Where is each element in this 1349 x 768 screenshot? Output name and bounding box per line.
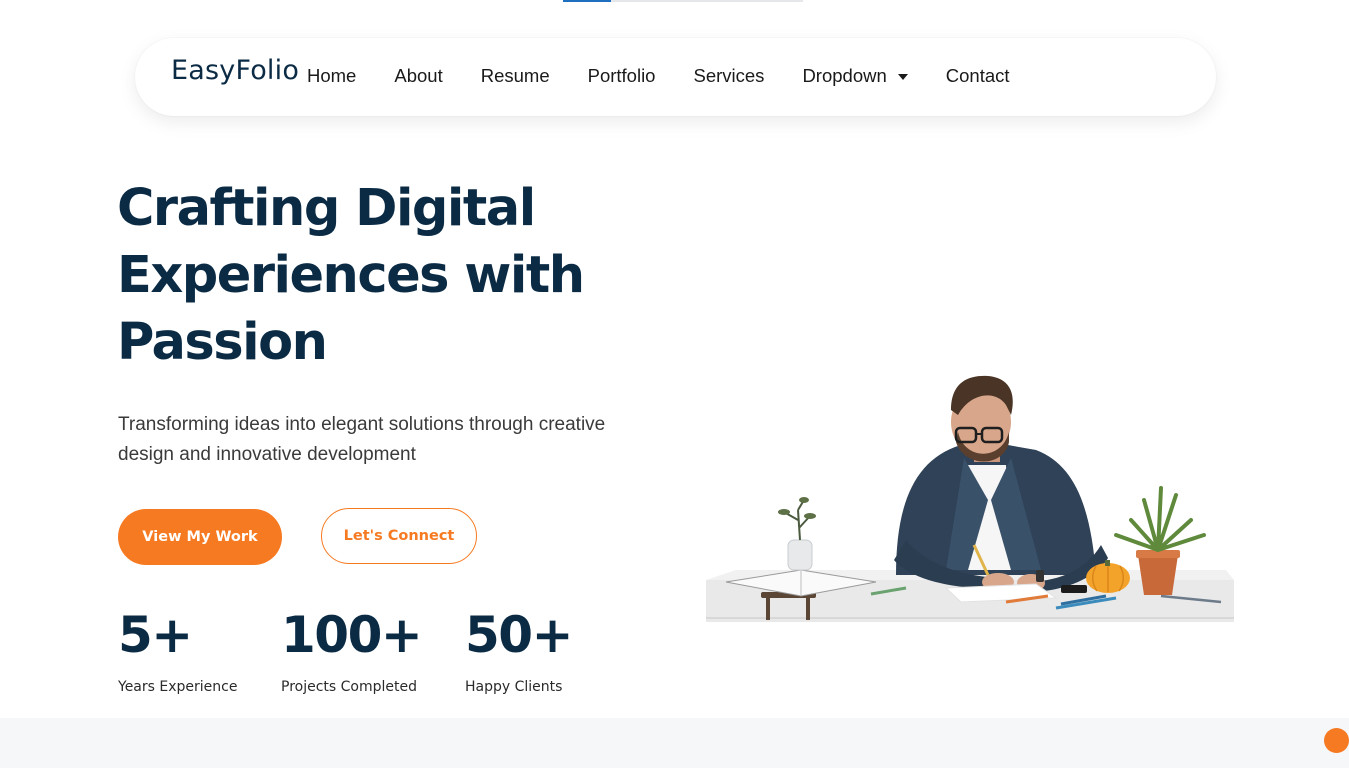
nav-home-label: Home [307, 65, 357, 86]
view-my-work-button[interactable]: View My Work [118, 509, 282, 565]
hero-subtitle: Transforming ideas into elegant solution… [118, 414, 606, 465]
stat-value: 100+ [281, 606, 423, 664]
nav-resume[interactable]: Resume [481, 65, 550, 87]
page-progress-bar [563, 0, 803, 2]
stat-projects: 100+ Projects Completed [281, 603, 423, 695]
nav-services-label: Services [693, 65, 765, 86]
stat-label: Projects Completed [281, 679, 418, 695]
hero-title-line-1: Crafting Digital [117, 179, 536, 238]
nav-portfolio[interactable]: Portfolio [588, 65, 656, 87]
nav-dropdown-label: Dropdown [802, 65, 887, 86]
nav-contact-label: Contact [945, 65, 1010, 86]
caret-down-icon [897, 74, 908, 80]
stat-clients: 50+ Happy Clients [465, 603, 573, 695]
nav-about-label: About [394, 65, 443, 86]
nav-contact[interactable]: Contact [946, 65, 1010, 87]
stat-value: 50+ [465, 606, 573, 664]
nav-dropdown[interactable]: Dropdown [802, 65, 908, 87]
navbar: EasyFolio Home About Resume Portfolio Se… [135, 38, 1216, 116]
nav-home[interactable]: Home [307, 65, 356, 87]
logo[interactable]: EasyFolio [171, 55, 299, 86]
page-progress-fill [563, 0, 611, 2]
stat-label: Happy Clients [465, 679, 563, 695]
next-section-band [0, 718, 1349, 768]
nav-links: Home About Resume Portfolio Services Dro… [307, 65, 1048, 87]
nav-portfolio-label: Portfolio [587, 65, 656, 86]
hero-title-line-3: Passion [117, 313, 328, 372]
scroll-to-top-button[interactable] [1324, 728, 1349, 753]
hero-illustration [706, 375, 1234, 622]
hero-title: Crafting Digital Experiences with Passio… [117, 175, 677, 376]
hero-title-line-2: Experiences with [117, 246, 585, 305]
nav-about[interactable]: About [394, 65, 442, 87]
stat-label: Years Experience [118, 679, 238, 695]
nav-services[interactable]: Services [693, 65, 764, 87]
stat-years: 5+ Years Experience [118, 603, 237, 695]
stat-value: 5+ [118, 606, 193, 664]
lets-connect-button[interactable]: Let's Connect [321, 508, 477, 564]
nav-resume-label: Resume [480, 65, 550, 86]
